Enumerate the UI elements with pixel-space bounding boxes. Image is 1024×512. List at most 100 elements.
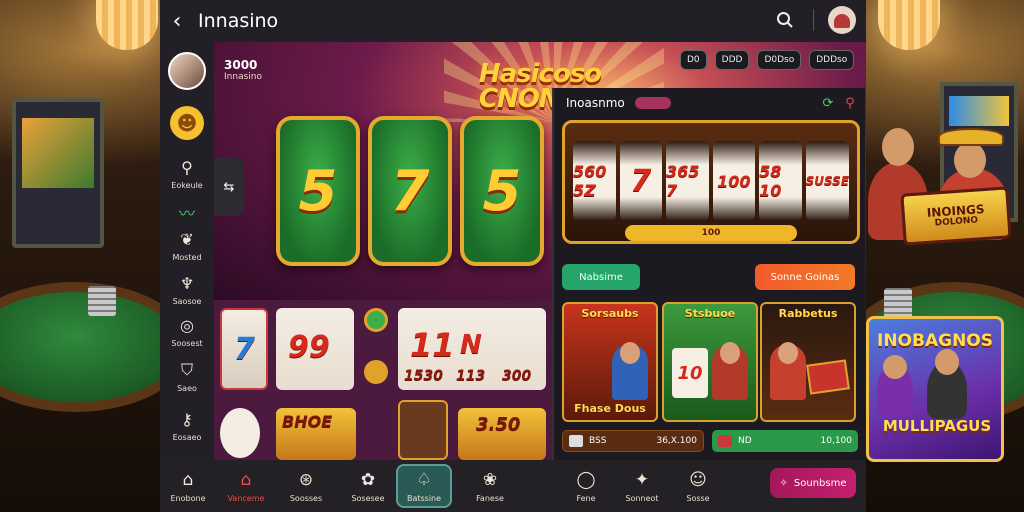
pill-button[interactable]: DDDso xyxy=(809,50,855,70)
game-card-title: Sorsaubs xyxy=(581,307,639,320)
sidebar-item[interactable]: ♆ Saosoe xyxy=(160,268,214,312)
hero-reel: 5 xyxy=(460,116,544,266)
target-icon: ◎ xyxy=(180,316,194,335)
tile-symbol: 11 xyxy=(410,326,455,364)
balance-bar[interactable]: ND 10,100 xyxy=(712,430,858,452)
tile-symbol: 99 xyxy=(288,330,330,365)
sidebar-item[interactable]: ❦ Mosted xyxy=(160,224,214,268)
game-tile[interactable]: BHOE xyxy=(276,408,356,460)
promo-sign: INOINGS DOLONO xyxy=(900,186,1012,246)
slot-reel: 365 7 xyxy=(666,141,709,221)
sidebar-item-label: Saeo xyxy=(177,383,197,393)
avatar[interactable] xyxy=(168,52,206,90)
nav-home[interactable]: ⌂ Enobone xyxy=(160,464,216,508)
game-card[interactable]: Rabbetus xyxy=(760,302,856,422)
refresh-icon[interactable]: ⟳ xyxy=(819,94,837,112)
tile-value: 1530 xyxy=(404,368,443,384)
nav-label: Soosses xyxy=(289,493,323,503)
sidebar-item[interactable]: ⛉ Saeo xyxy=(160,354,214,398)
nav-label: Vanceme xyxy=(227,493,265,503)
user-icon[interactable] xyxy=(828,6,856,34)
game-card-title: Rabbetus xyxy=(778,307,838,320)
sidebar-toggle-button[interactable]: ⇆ xyxy=(214,158,244,216)
balance-bar[interactable]: BSS 36,X.100 xyxy=(562,430,704,452)
star-icon: ✦ xyxy=(634,469,650,490)
profile-icon: ☺ xyxy=(689,469,707,490)
nav-label: Sosesee xyxy=(351,493,385,503)
sidebar: ☻ ⚲ Eokeule 〰 ❦ Mosted ♆ Saosoe ◎ Sooses… xyxy=(160,42,214,460)
header-pills: D0 DDD D0Dso DDDso xyxy=(680,50,855,70)
pill-button[interactable]: D0 xyxy=(680,50,707,70)
game-tile[interactable]: 7 xyxy=(220,308,268,390)
pill-button[interactable]: DDD xyxy=(714,50,750,70)
bar-label: ND xyxy=(738,436,752,446)
pill-button[interactable]: D0Dso xyxy=(757,50,802,70)
hero-title-line1: Hasicoso xyxy=(478,59,602,89)
globe-icon: ⊛ xyxy=(298,469,314,490)
promo-card[interactable]: INOBAGNOS MULLIPAGUS xyxy=(866,316,1004,462)
arcade-machine-left xyxy=(12,98,104,248)
cta-label: Sounbsme xyxy=(793,477,847,489)
coin-icon xyxy=(364,308,388,332)
nav-promos[interactable]: ❀ Fanese xyxy=(462,464,518,508)
balance-label: Innasino xyxy=(224,72,262,82)
green-action-button[interactable]: Nabsime xyxy=(562,264,640,290)
bar-amount: 10,100 xyxy=(820,436,853,446)
hero-reel: 5 xyxy=(276,116,360,266)
gift-icon: ⚷ xyxy=(181,410,193,429)
back-button[interactable]: ‹ xyxy=(160,0,194,42)
balance: 3000 Innasino xyxy=(224,58,262,82)
nav-label: Sosse xyxy=(686,493,710,503)
game-card-footer: Fhase Dous xyxy=(574,402,646,415)
reel-symbol: 5 xyxy=(298,158,338,224)
promo-card-subtitle: MULLIPAGUS xyxy=(882,417,992,435)
sidebar-item[interactable]: ◎ Soosest xyxy=(160,310,214,354)
tile-title: 3.50 xyxy=(476,414,521,435)
bar-amount: 36,X.100 xyxy=(656,436,697,446)
slot-reel: SUSSE xyxy=(805,141,850,221)
reel-symbol: 7 xyxy=(390,158,430,224)
nav-sports[interactable]: ✿ Sosesee xyxy=(340,464,396,508)
hero-reel: 7 xyxy=(368,116,452,266)
nav-favorites[interactable]: ✦ Sonneot xyxy=(614,464,670,508)
character-figure xyxy=(770,342,806,400)
chat-icon: ⚲ xyxy=(181,158,193,177)
orange-action-button[interactable]: Sonne Goinas xyxy=(755,264,855,290)
nav-profile[interactable]: ☺ Sosse xyxy=(670,464,726,508)
divider xyxy=(813,9,814,31)
nav-live[interactable]: ⊛ Soosses xyxy=(278,464,334,508)
search-button[interactable] xyxy=(771,6,799,34)
game-tile[interactable]: 3.50 xyxy=(458,408,546,460)
sidebar-item-label: Eosaeo xyxy=(172,433,202,442)
ticket-icon: ✧ xyxy=(779,477,788,489)
sidebar-item-label: Mosted xyxy=(172,253,202,262)
cta-button[interactable]: ✧ Sounbsme xyxy=(770,468,856,498)
slot-machine[interactable]: 560 5Z 7 365 7 100 58 10 SUSSE 100 xyxy=(562,120,860,244)
game-card[interactable]: Stsbuoe 10 xyxy=(662,302,758,422)
game-tile[interactable]: 99 xyxy=(276,308,354,390)
sidebar-item[interactable]: ⚷ Eosaeo xyxy=(160,404,214,448)
smile-icon[interactable]: ☻ xyxy=(170,106,204,140)
search-icon[interactable]: ⚲ xyxy=(841,94,859,112)
game-tile[interactable] xyxy=(220,408,260,458)
character-figure xyxy=(612,342,648,400)
top-bar-actions xyxy=(771,6,856,34)
balance-amount: 3000 xyxy=(224,58,258,72)
game-card[interactable]: Sorsaubs Fhase Dous xyxy=(562,302,658,422)
nav-label: Fene xyxy=(576,493,596,503)
home-icon: ⌂ xyxy=(182,469,194,490)
nav-casino[interactable]: ⌂ Vanceme xyxy=(218,464,274,508)
game-tile[interactable]: 11 N 1530 113 300 xyxy=(398,308,546,390)
nav-search[interactable]: ◯ Fene xyxy=(558,464,614,508)
house-icon: ⌂ xyxy=(240,469,252,490)
tile-symbol: N xyxy=(460,330,482,360)
leaf-icon: ❦ xyxy=(180,230,194,249)
avatar-tile[interactable] xyxy=(398,400,448,460)
promo-sign-subtitle: DOLONO xyxy=(934,215,979,229)
game-card-title: Stsbuoe xyxy=(684,307,736,320)
nav-bets[interactable]: ♤ Batssine xyxy=(396,464,452,508)
promo-card-title: INOBAGNOS xyxy=(877,331,993,351)
popup-header: Inoasnmo ⟳ ⚲ xyxy=(554,88,866,118)
chip-stack xyxy=(88,286,116,316)
app-window: ‹ Innasino Hasicoso CNONGO 5 7 5 D0 DDD … xyxy=(160,0,866,512)
